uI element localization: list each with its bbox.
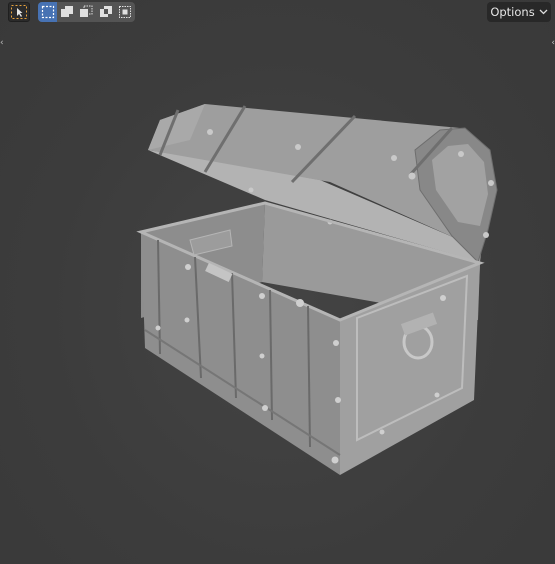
select-difference-icon bbox=[99, 6, 112, 17]
select-new-button[interactable] bbox=[38, 2, 58, 22]
selection-mode-group bbox=[38, 2, 135, 22]
select-difference-button[interactable] bbox=[96, 2, 115, 22]
select-new-icon bbox=[41, 5, 54, 19]
treasure-chest-model[interactable] bbox=[0, 0, 555, 564]
select-tool-button[interactable] bbox=[8, 2, 30, 22]
sidebar-expand-arrow-icon[interactable]: ‹ bbox=[551, 38, 555, 48]
select-subtract-icon bbox=[80, 5, 93, 17]
select-intersect-button[interactable] bbox=[116, 2, 135, 22]
cursor-select-icon bbox=[11, 5, 27, 19]
select-extend-icon bbox=[61, 6, 74, 17]
options-label: Options bbox=[490, 5, 535, 19]
select-extend-button[interactable] bbox=[57, 2, 76, 22]
chevron-down-icon bbox=[539, 9, 548, 15]
options-dropdown[interactable]: Options bbox=[487, 2, 551, 22]
select-subtract-button[interactable] bbox=[77, 2, 96, 22]
3d-viewport[interactable]: Options ‹ ‹ bbox=[0, 0, 555, 564]
select-intersect-icon bbox=[119, 6, 132, 18]
toolbar-expand-arrow-icon[interactable]: ‹ bbox=[0, 38, 4, 48]
